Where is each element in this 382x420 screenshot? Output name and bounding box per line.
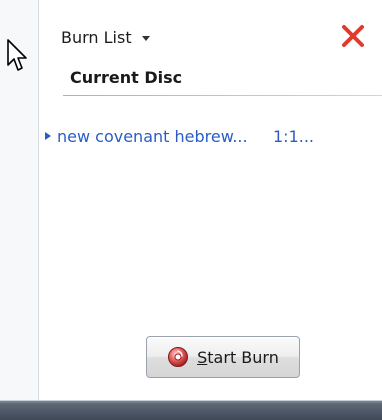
track-duration: 1:1...: [273, 126, 315, 146]
close-icon[interactable]: [339, 22, 367, 50]
burn-list-header: Burn List Current Disc: [39, 0, 382, 98]
burn-list-label: Burn List: [61, 27, 132, 47]
burn-list-item[interactable]: new covenant hebrew... 1:1...: [39, 124, 382, 148]
start-burn-button[interactable]: Start Burn: [146, 336, 300, 378]
burn-list-dropdown[interactable]: Burn List: [61, 26, 150, 48]
bottom-bar: [0, 400, 382, 420]
chevron-down-icon: [141, 35, 150, 41]
burn-pane: Burn List Current Disc new covenant hebr…: [39, 0, 382, 400]
current-disc-title: Current Disc: [70, 68, 183, 87]
play-triangle-icon: [45, 132, 51, 140]
burn-disc-icon: [168, 347, 189, 367]
left-splitter-strip[interactable]: [0, 0, 39, 400]
track-title: new covenant hebrew...: [57, 126, 248, 146]
start-burn-label: Start Burn: [197, 347, 279, 367]
mouse-pointer-icon: [7, 39, 27, 71]
header-divider: [63, 95, 382, 96]
